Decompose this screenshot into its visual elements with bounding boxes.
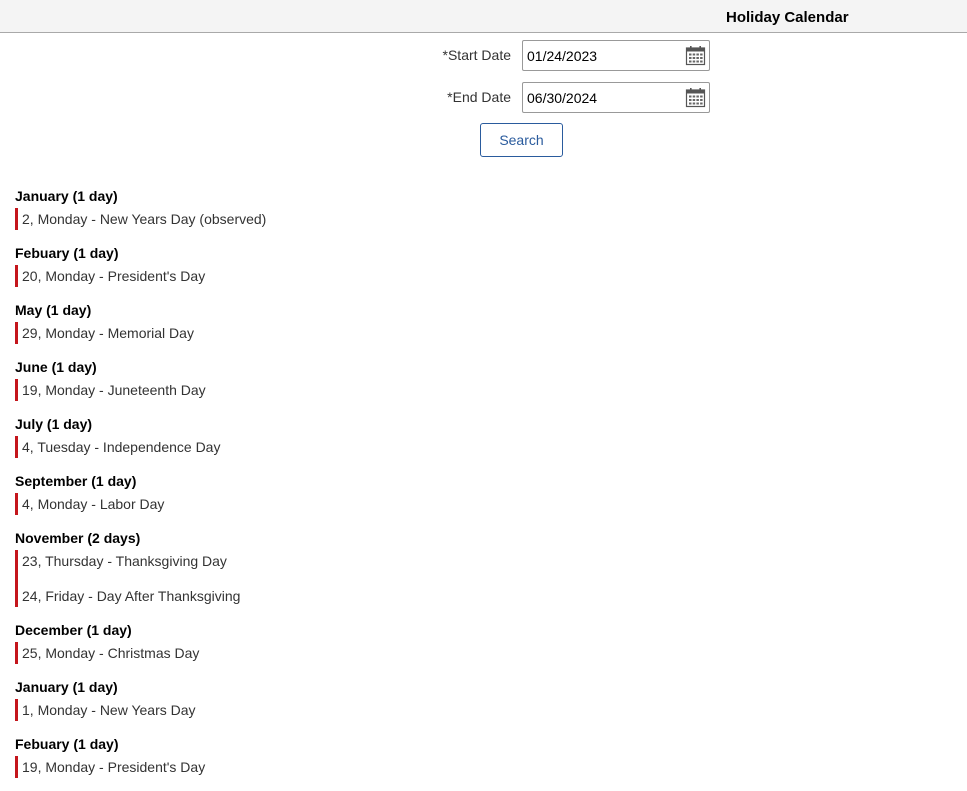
month-heading: January (1 day) <box>15 679 118 695</box>
month-heading: December (1 day) <box>15 622 132 638</box>
month-heading: July (1 day) <box>15 416 93 432</box>
month-spacer <box>15 230 915 243</box>
start-date-label: *Start Date <box>443 47 511 63</box>
holiday-entry: 23, Thursday - Thanksgiving Day <box>22 553 227 569</box>
calendar-icon[interactable] <box>685 87 706 108</box>
holiday-entries: 20, Monday - President's Day <box>15 265 915 287</box>
month-heading: June (1 day) <box>15 359 97 375</box>
end-date-label: *End Date <box>447 89 511 105</box>
month-heading: Febuary (1 day) <box>15 245 119 261</box>
holiday-list: January (1 day) 2, Monday - New Years Day… <box>15 186 915 791</box>
holiday-entry: 20, Monday - President's Day <box>22 268 206 284</box>
month-group: June (1 day) 19, Monday - Juneteenth Day <box>15 357 915 414</box>
holiday-entries: 29, Monday - Memorial Day <box>15 322 915 344</box>
month-spacer <box>15 344 915 357</box>
end-date-field[interactable] <box>522 82 710 113</box>
end-date-label-text: End Date <box>452 89 511 105</box>
month-spacer <box>15 778 915 791</box>
month-spacer <box>15 721 915 734</box>
holiday-entry: 29, Monday - Memorial Day <box>22 325 194 341</box>
page-title: Holiday Calendar <box>726 9 849 26</box>
month-heading: September (1 day) <box>15 473 137 489</box>
month-spacer <box>15 458 915 471</box>
end-date-row: *End Date <box>0 82 967 113</box>
month-group: September (1 day) 4, Monday - Labor Day <box>15 471 915 528</box>
search-button[interactable]: Search <box>480 123 563 157</box>
holiday-entry: 19, Monday - Juneteenth Day <box>22 382 206 398</box>
holiday-entry: 2, Monday - New Years Day (observed) <box>22 211 267 227</box>
month-spacer <box>15 515 915 528</box>
start-date-input[interactable] <box>527 41 677 70</box>
month-heading: November (2 days) <box>15 530 141 546</box>
holiday-entries: 25, Monday - Christmas Day <box>15 642 915 664</box>
month-group: January (1 day) 2, Monday - New Years Day… <box>15 186 915 243</box>
month-heading: January (1 day) <box>15 188 118 204</box>
month-group: May (1 day) 29, Monday - Memorial Day <box>15 300 915 357</box>
month-group: December (1 day) 25, Monday - Christmas D… <box>15 620 915 677</box>
holiday-entries: 2, Monday - New Years Day (observed) <box>15 208 915 230</box>
holiday-entry: 24, Friday - Day After Thanksgiving <box>22 588 241 604</box>
month-spacer <box>15 664 915 677</box>
month-spacer <box>15 401 915 414</box>
holiday-entries: 19, Monday - President's Day <box>15 756 915 778</box>
month-group: Febuary (1 day) 19, Monday - President's … <box>15 734 915 791</box>
start-date-label-text: Start Date <box>447 47 511 63</box>
holiday-entries: 1, Monday - New Years Day <box>15 699 915 721</box>
month-group: January (1 day) 1, Monday - New Years Day <box>15 677 915 734</box>
month-heading: May (1 day) <box>15 302 92 318</box>
month-spacer <box>15 607 915 620</box>
holiday-entry: 19, Monday - President's Day <box>22 759 206 775</box>
calendar-icon[interactable] <box>685 45 706 66</box>
start-date-row: *Start Date <box>0 40 967 71</box>
title-bar: Holiday Calendar <box>0 0 967 33</box>
month-heading: Febuary (1 day) <box>15 736 119 752</box>
end-date-input[interactable] <box>527 83 677 112</box>
month-group: Febuary (1 day) 20, Monday - President's … <box>15 243 915 300</box>
holiday-entries: 19, Monday - Juneteenth Day <box>15 379 915 401</box>
holiday-entries: 4, Monday - Labor Day <box>15 493 915 515</box>
month-group: July (1 day) 4, Tuesday - Independence Da… <box>15 414 915 471</box>
holiday-entry: 25, Monday - Christmas Day <box>22 645 200 661</box>
holiday-entry: 4, Tuesday - Independence Day <box>22 439 221 455</box>
holiday-entries: 4, Tuesday - Independence Day <box>15 436 915 458</box>
holiday-entry: 4, Monday - Labor Day <box>22 496 165 512</box>
month-group: November (2 days) 23, Thursday - Thanksgi… <box>15 528 915 620</box>
month-spacer <box>15 287 915 300</box>
holiday-entries: 23, Thursday - Thanksgiving Day 24, Frida… <box>15 550 915 607</box>
start-date-field[interactable] <box>522 40 710 71</box>
holiday-entry: 1, Monday - New Years Day <box>22 702 196 718</box>
